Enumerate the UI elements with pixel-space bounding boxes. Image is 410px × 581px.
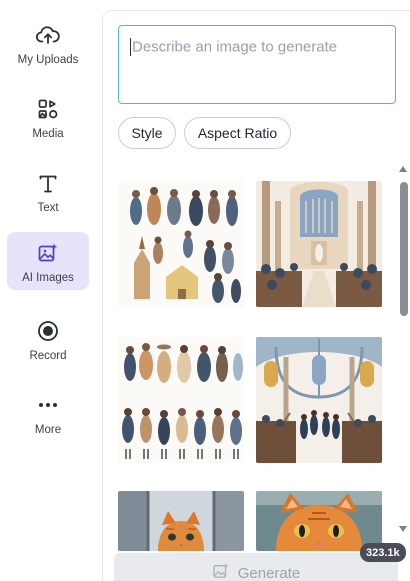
sidebar-item-label: Record: [29, 350, 67, 362]
scrollbar-thumb[interactable]: [400, 182, 408, 316]
ai-image-sparkle-icon: [37, 240, 59, 266]
prompt-input[interactable]: Describe an image to generate: [118, 25, 396, 104]
media-grid-icon: [37, 96, 59, 122]
gallery-image[interactable]: [118, 181, 244, 307]
scroll-down-arrow-icon[interactable]: [399, 526, 407, 532]
generate-label: Generate: [237, 564, 301, 581]
prompt-placeholder: Describe an image to generate: [132, 38, 338, 56]
style-button[interactable]: Style: [118, 117, 176, 149]
gallery-image[interactable]: [118, 491, 244, 551]
sidebar-item-media[interactable]: Media: [7, 88, 89, 146]
count-badge: 323.1k: [360, 543, 406, 562]
gallery-image[interactable]: [256, 181, 382, 307]
record-icon: [37, 318, 59, 344]
ai-sparkle-icon: [212, 562, 230, 581]
sidebar-item-ai-images[interactable]: AI Images: [7, 232, 89, 290]
sidebar-item-more[interactable]: More: [7, 384, 89, 442]
more-dots-icon: [36, 392, 60, 418]
sidebar-item-record[interactable]: Record: [7, 310, 89, 368]
scroll-up-arrow-icon[interactable]: [399, 166, 407, 172]
sidebar-item-label: Text: [37, 202, 59, 214]
sidebar-item-label: AI Images: [22, 272, 74, 284]
gallery-image[interactable]: [118, 337, 244, 463]
gallery-image[interactable]: [256, 491, 382, 551]
generate-button[interactable]: Generate: [114, 553, 398, 581]
left-sidebar: My Uploads Media Text AI Images Record M…: [0, 0, 98, 581]
cloud-upload-icon: [36, 22, 60, 48]
sidebar-item-text[interactable]: Text: [7, 162, 89, 220]
gallery-image[interactable]: [256, 337, 382, 463]
panel-pointer: [92, 254, 102, 272]
sidebar-item-label: More: [34, 424, 62, 436]
sidebar-item-label: Media: [32, 128, 64, 140]
sidebar-item-label: My Uploads: [17, 54, 79, 66]
aspect-ratio-button[interactable]: Aspect Ratio: [184, 117, 291, 149]
text-t-icon: [37, 170, 59, 196]
text-caret: [130, 38, 131, 56]
sidebar-item-my-uploads[interactable]: My Uploads: [7, 14, 89, 72]
